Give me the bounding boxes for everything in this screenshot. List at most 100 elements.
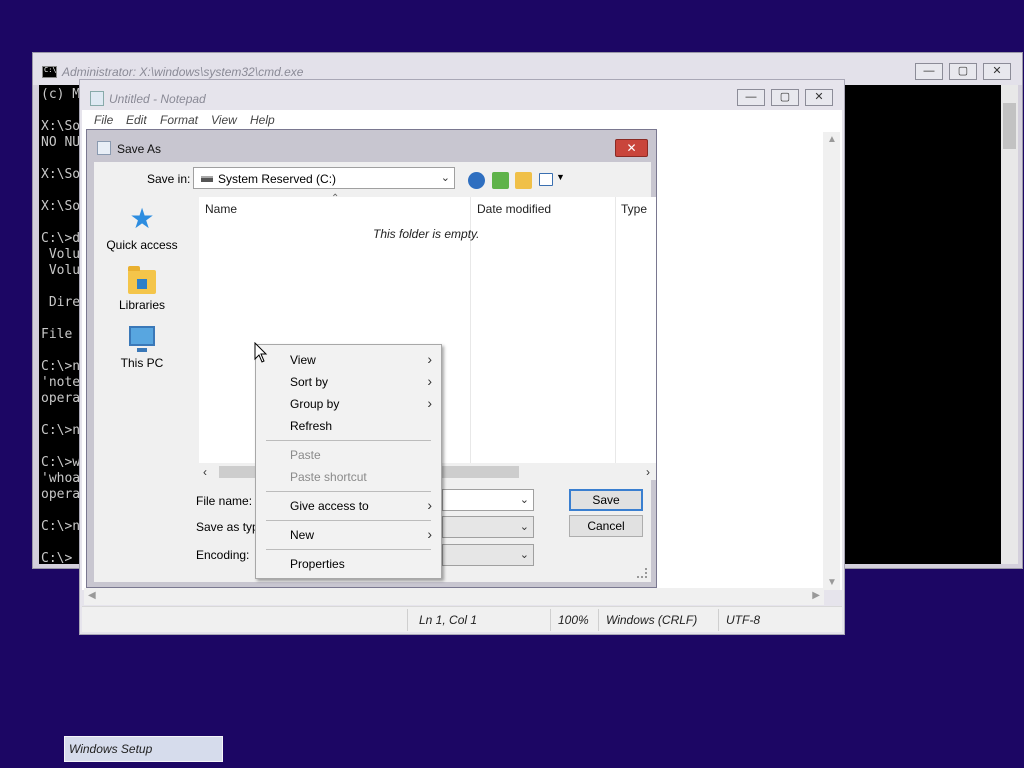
context-menu[interactable]: View › Sort by › Group by › Refresh Past… [255,344,442,579]
notepad-app-icon [90,91,104,106]
up-folder-icon[interactable] [492,172,509,189]
cmd-line: opera [41,391,81,406]
empty-folder-message: This folder is empty. [373,227,480,241]
cmd-line: Dire [41,295,81,310]
resize-grip-icon[interactable] [637,568,647,578]
chevron-down-icon: ⌄ [440,172,450,184]
context-item-paste-shortcut: Paste shortcut [290,470,367,484]
cmd-maximize-button[interactable]: ▢ [949,63,977,80]
scroll-left-icon[interactable]: ‹ [203,465,207,479]
column-type[interactable]: Type [621,202,647,216]
scroll-right-icon[interactable]: ▶ [812,590,820,601]
chevron-down-icon[interactable]: ⌄ [520,520,529,533]
mouse-pointer-icon [254,342,268,363]
context-item-give-access-to[interactable]: Give access to [290,499,369,513]
status-encoding: UTF-8 [726,613,760,627]
submenu-arrow-icon: › [427,373,432,389]
encoding-dropdown[interactable]: ⌄ [442,544,534,566]
cmd-close-button[interactable]: ✕ [983,63,1011,80]
notepad-minimize-button[interactable]: — [737,89,765,106]
chevron-down-icon[interactable]: ⌄ [520,548,529,561]
file-name-input[interactable]: ⌄ [442,489,534,511]
context-item-properties[interactable]: Properties [290,557,345,571]
notepad-maximize-button[interactable]: ▢ [771,89,799,106]
save-in-label: Save in: [147,172,191,186]
cmd-line: C:\>d [41,231,81,246]
submenu-arrow-icon: › [427,526,432,542]
cmd-scrollbar[interactable] [1001,85,1018,564]
cmd-minimize-button[interactable]: — [915,63,943,80]
context-item-sort-by[interactable]: Sort by [290,375,328,389]
cmd-line: C:\>n [41,359,81,374]
scroll-left-icon[interactable]: ◀ [88,590,96,601]
sort-ascending-icon: ⌃ [331,193,340,204]
places-libraries[interactable]: Libraries [104,266,180,312]
cmd-line: NO NU [41,135,81,150]
context-item-refresh[interactable]: Refresh [290,419,332,433]
submenu-arrow-icon: › [427,351,432,367]
context-item-paste: Paste [290,448,321,462]
submenu-arrow-icon: › [427,497,432,513]
cmd-line: X:\So [41,119,81,134]
context-item-view[interactable]: View [290,353,316,367]
notepad-close-button[interactable]: ✕ [805,89,833,106]
notepad-title: Untitled - Notepad [109,92,206,106]
menu-help[interactable]: Help [250,113,275,127]
taskbar-windows-setup[interactable]: Windows Setup [64,736,223,762]
save-as-type-dropdown[interactable]: ⌄ [442,516,534,538]
save-as-title: Save As [117,142,162,156]
cmd-line: 'note [41,375,81,390]
save-as-title-bar[interactable]: Save As ✕ [87,130,656,162]
save-as-close-button[interactable]: ✕ [615,139,648,157]
view-menu-icon[interactable] [539,173,553,186]
cancel-button[interactable]: Cancel [569,515,643,537]
save-in-dropdown[interactable]: System Reserved (C:) ⌄ [193,167,455,189]
save-as-icon [97,141,111,155]
file-name-label: File name: [196,494,253,508]
view-dropdown-arrow-icon[interactable]: ▼ [556,172,565,182]
places-this-pc[interactable]: This PC [104,326,180,370]
cmd-line: (c) M [41,87,81,102]
cmd-app-icon [42,66,57,78]
cmd-line: C:\> [41,551,81,564]
cmd-line: opera [41,487,81,502]
cmd-line: C:\>n [41,519,81,534]
scroll-up-icon[interactable]: ▲ [827,134,837,145]
column-date-modified[interactable]: Date modified [477,202,551,216]
star-icon: ★ [129,203,155,234]
status-line-ending: Windows (CRLF) [606,613,698,627]
encoding-label: Encoding: [196,548,250,562]
chevron-down-icon[interactable]: ⌄ [520,493,529,506]
notepad-status-bar: Ln 1, Col 1 100% Windows (CRLF) UTF-8 [82,606,842,632]
context-item-new[interactable]: New [290,528,314,542]
cmd-line: File [41,327,81,342]
cmd-line: Volu [41,263,81,278]
cmd-line: X:\So [41,199,81,214]
cmd-title: Administrator: X:\windows\system32\cmd.e… [62,65,304,79]
new-folder-icon[interactable] [515,172,532,189]
menu-view[interactable]: View [211,113,237,127]
status-zoom: 100% [558,613,589,627]
notepad-vertical-scrollbar[interactable]: ▲ ▼ [823,132,840,590]
scroll-right-icon[interactable]: › [646,465,650,479]
cmd-line: 'whoa [41,471,81,486]
save-button[interactable]: Save [569,489,643,511]
drive-icon [201,176,213,182]
scroll-down-icon[interactable]: ▼ [827,577,837,588]
menu-edit[interactable]: Edit [126,113,147,127]
column-name[interactable]: Name [205,202,237,216]
context-item-group-by[interactable]: Group by [290,397,339,411]
save-in-value: System Reserved (C:) [218,172,337,186]
places-quick-access[interactable]: ★ Quick access [104,203,180,253]
cmd-line: Volu [41,247,81,262]
back-icon[interactable] [468,172,485,189]
submenu-arrow-icon: › [427,395,432,411]
cmd-scrollbar-thumb[interactable] [1003,103,1016,149]
notepad-horizontal-scrollbar[interactable]: ◀ ▶ [84,588,824,605]
menu-file[interactable]: File [94,113,113,127]
cmd-line: X:\So [41,167,81,182]
computer-icon [129,326,155,352]
menu-format[interactable]: Format [160,113,198,127]
cmd-line: C:\>w [41,455,81,470]
libraries-icon [128,266,156,294]
